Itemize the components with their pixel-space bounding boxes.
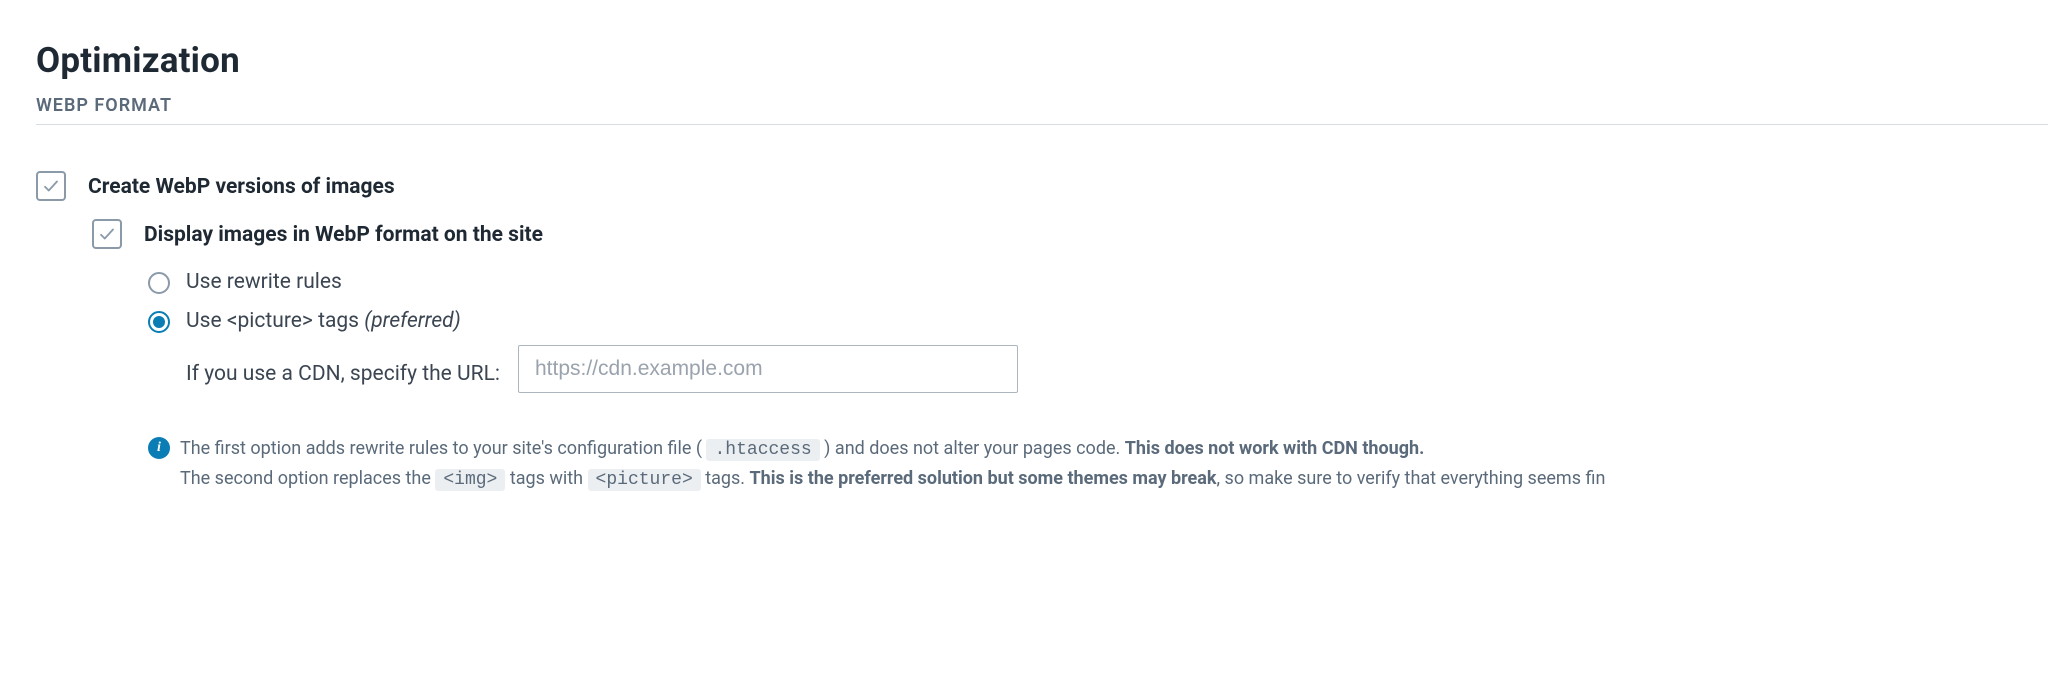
cdn-url-input[interactable]: [518, 345, 1018, 393]
radio-use-picture-tags[interactable]: [148, 311, 170, 333]
radio-row-rewrite: Use rewrite rules: [148, 268, 2048, 297]
info-p2-a: The second option replaces the: [180, 468, 435, 489]
display-webp-row: Display images in WebP format on the sit…: [92, 219, 2048, 250]
radio-use-picture-tags-label: Use <picture> tags (preferred): [186, 307, 461, 336]
info-p2-b: tags with: [505, 468, 587, 489]
page-title: Optimization: [36, 36, 2048, 85]
info-icon: i: [148, 437, 170, 459]
info-p2-d: , so make sure to verify that everything…: [1217, 468, 1606, 489]
radio-use-rewrite-rules[interactable]: [148, 272, 170, 294]
info-row: i The first option adds rewrite rules to…: [148, 435, 2048, 495]
radio-row-picture: Use <picture> tags (preferred): [148, 307, 2048, 336]
info-p2-code2: <picture>: [588, 469, 701, 491]
info-p2-c: tags.: [701, 468, 750, 489]
create-webp-checkbox[interactable]: [36, 171, 66, 201]
create-webp-label: Create WebP versions of images: [88, 171, 395, 202]
info-p1-a: The first option adds rewrite rules to y…: [180, 438, 706, 459]
info-p2-code1: <img>: [435, 469, 505, 491]
info-p1-code1: .htaccess: [706, 439, 819, 461]
radio-use-rewrite-rules-label: Use rewrite rules: [186, 268, 342, 297]
info-text: The first option adds rewrite rules to y…: [180, 435, 1605, 495]
info-p1-bold: This does not work with CDN though.: [1125, 438, 1425, 459]
cdn-label: If you use a CDN, specify the URL:: [148, 360, 500, 389]
create-webp-row: Create WebP versions of images: [36, 171, 2048, 202]
display-webp-label: Display images in WebP format on the sit…: [144, 219, 543, 250]
radio-picture-tag: <picture>: [227, 309, 313, 333]
radio-picture-suffix: tags: [313, 309, 364, 333]
display-method-radio-group: Use rewrite rules Use <picture> tags (pr…: [148, 268, 2048, 337]
info-p2-bold: This is the preferred solution but some …: [750, 468, 1217, 489]
check-icon: [98, 225, 116, 243]
cdn-row: If you use a CDN, specify the URL:: [148, 351, 2048, 399]
display-webp-checkbox[interactable]: [92, 219, 122, 249]
check-icon: [42, 177, 60, 195]
radio-picture-preferred: (preferred): [364, 309, 461, 333]
info-p1-b: ) and does not alter your pages code.: [820, 438, 1125, 459]
section-heading: WEBP FORMAT: [36, 93, 2048, 125]
radio-picture-prefix: Use: [186, 309, 227, 333]
